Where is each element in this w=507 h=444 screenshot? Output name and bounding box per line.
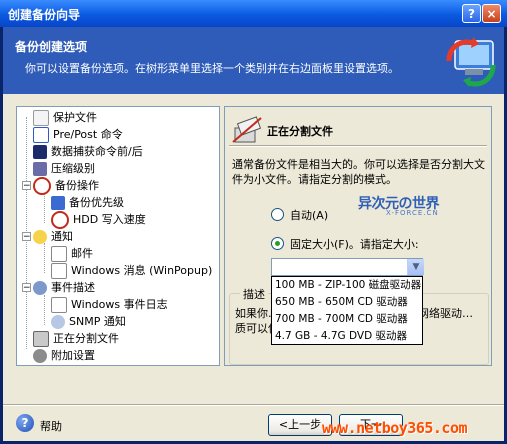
size-option[interactable]: 700 MB - 700M CD 驱动器 xyxy=(275,311,408,328)
description-legend: 描述 xyxy=(240,286,268,302)
site-watermark: www.netboy365.com xyxy=(322,419,468,437)
footer-divider xyxy=(3,404,504,406)
options-panel: 正在分割文件 通常备份文件是相当大的。你可以选择是否分割大文件为小文件。请指定分… xyxy=(224,106,492,366)
backup-gear-icon xyxy=(33,177,51,195)
size-option[interactable]: 100 MB - ZIP-100 磁盘驱动器 xyxy=(275,277,421,294)
tree-item-eventlog[interactable]: Windows 事件日志 xyxy=(51,296,168,313)
fixed-size-label[interactable]: 固定大小(F)。请指定大小: xyxy=(290,236,419,252)
tree-item-additional[interactable]: 附加设置 xyxy=(33,347,95,364)
eventlog-icon xyxy=(51,297,67,313)
window-title: 创建备份向导 xyxy=(8,8,81,22)
split-file-icon xyxy=(232,116,262,143)
console-icon xyxy=(33,145,47,159)
size-option[interactable]: 4.7 GB - 4.7G DVD 驱动器 xyxy=(275,328,407,345)
collapse-notify[interactable]: − xyxy=(22,232,31,242)
title-help-button[interactable]: ? xyxy=(462,4,481,23)
tree-line xyxy=(44,193,45,223)
tree-item-priority[interactable]: 备份优先级 xyxy=(51,194,124,211)
tree-item-mail[interactable]: 邮件 xyxy=(51,245,93,262)
chevron-down-icon[interactable]: ▼ xyxy=(407,259,424,275)
auto-radio[interactable] xyxy=(271,208,284,221)
help-icon[interactable]: ? xyxy=(16,414,34,432)
panel-description: 通常备份文件是相当大的。你可以选择是否分割大文件为小文件。请指定分割的模式。 xyxy=(232,158,485,186)
events-icon xyxy=(33,281,47,295)
command-window-icon xyxy=(33,127,49,143)
tree-item-hdd-speed[interactable]: HDD 写入速度 xyxy=(51,211,146,229)
settings-icon xyxy=(33,349,47,363)
tree-line xyxy=(44,243,45,273)
notify-icon xyxy=(33,230,47,244)
options-tree[interactable]: 保护文件 Pre/Post 命令 数据捕获命令前/后 压缩级别 − 备份操作 备… xyxy=(16,106,220,366)
title-bar[interactable]: 创建备份向导 ? × xyxy=(0,0,507,27)
auto-label[interactable]: 自动(A) xyxy=(290,207,328,223)
header-title: 备份创建选项 xyxy=(15,40,88,54)
snmp-icon xyxy=(51,315,65,329)
watermark-sub: X-FORCE.CN xyxy=(386,209,439,217)
panel-title: 正在分割文件 xyxy=(267,125,333,138)
tree-item-backup-ops[interactable]: 备份操作 xyxy=(33,177,99,195)
tree-item-split-file[interactable]: 正在分割文件 xyxy=(33,330,119,347)
tree-item-prepost[interactable]: Pre/Post 命令 xyxy=(33,126,123,143)
panel-divider xyxy=(229,145,487,147)
size-dropdown-list[interactable]: 100 MB - ZIP-100 磁盘驱动器 650 MB - 650M CD … xyxy=(271,276,423,345)
size-combobox[interactable]: ▼ xyxy=(271,258,424,276)
tree-item-capture[interactable]: 数据捕获命令前/后 xyxy=(33,143,143,160)
tree-item-notify[interactable]: 通知 xyxy=(33,228,73,245)
winpopup-icon xyxy=(51,263,67,279)
header-description: 你可以设置备份选项。在树形菜单里选择一个类别并在右边面板里设置选项。 xyxy=(25,62,399,75)
watermark-logo: 异次元の世界 X-FORCE.CN xyxy=(358,193,462,217)
hdd-icon xyxy=(51,211,69,229)
priority-icon xyxy=(51,196,65,210)
lock-file-icon xyxy=(33,110,49,126)
help-link[interactable]: 帮助 xyxy=(40,418,62,434)
backup-wizard-icon xyxy=(446,37,496,87)
mail-icon xyxy=(51,246,67,262)
tree-item-compress[interactable]: 压缩级别 xyxy=(33,160,95,177)
title-close-button[interactable]: × xyxy=(482,4,501,23)
wizard-header: 备份创建选项 你可以设置备份选项。在树形菜单里选择一个类别并在右边面板里设置选项… xyxy=(3,27,504,94)
tree-line xyxy=(44,295,45,325)
fixed-size-radio[interactable] xyxy=(271,237,284,250)
tree-item-winpopup[interactable]: Windows 消息 (WinPopup) xyxy=(51,262,212,279)
tree-item-protect[interactable]: 保护文件 xyxy=(33,109,97,126)
collapse-events[interactable]: − xyxy=(22,283,31,293)
compress-icon xyxy=(33,162,47,176)
split-file-icon xyxy=(33,331,49,347)
tree-item-events[interactable]: 事件描述 xyxy=(33,279,95,296)
collapse-backup-ops[interactable]: − xyxy=(22,181,31,191)
tree-item-snmp[interactable]: SNMP 通知 xyxy=(51,313,126,330)
size-option[interactable]: 650 MB - 650M CD 驱动器 xyxy=(275,294,408,311)
